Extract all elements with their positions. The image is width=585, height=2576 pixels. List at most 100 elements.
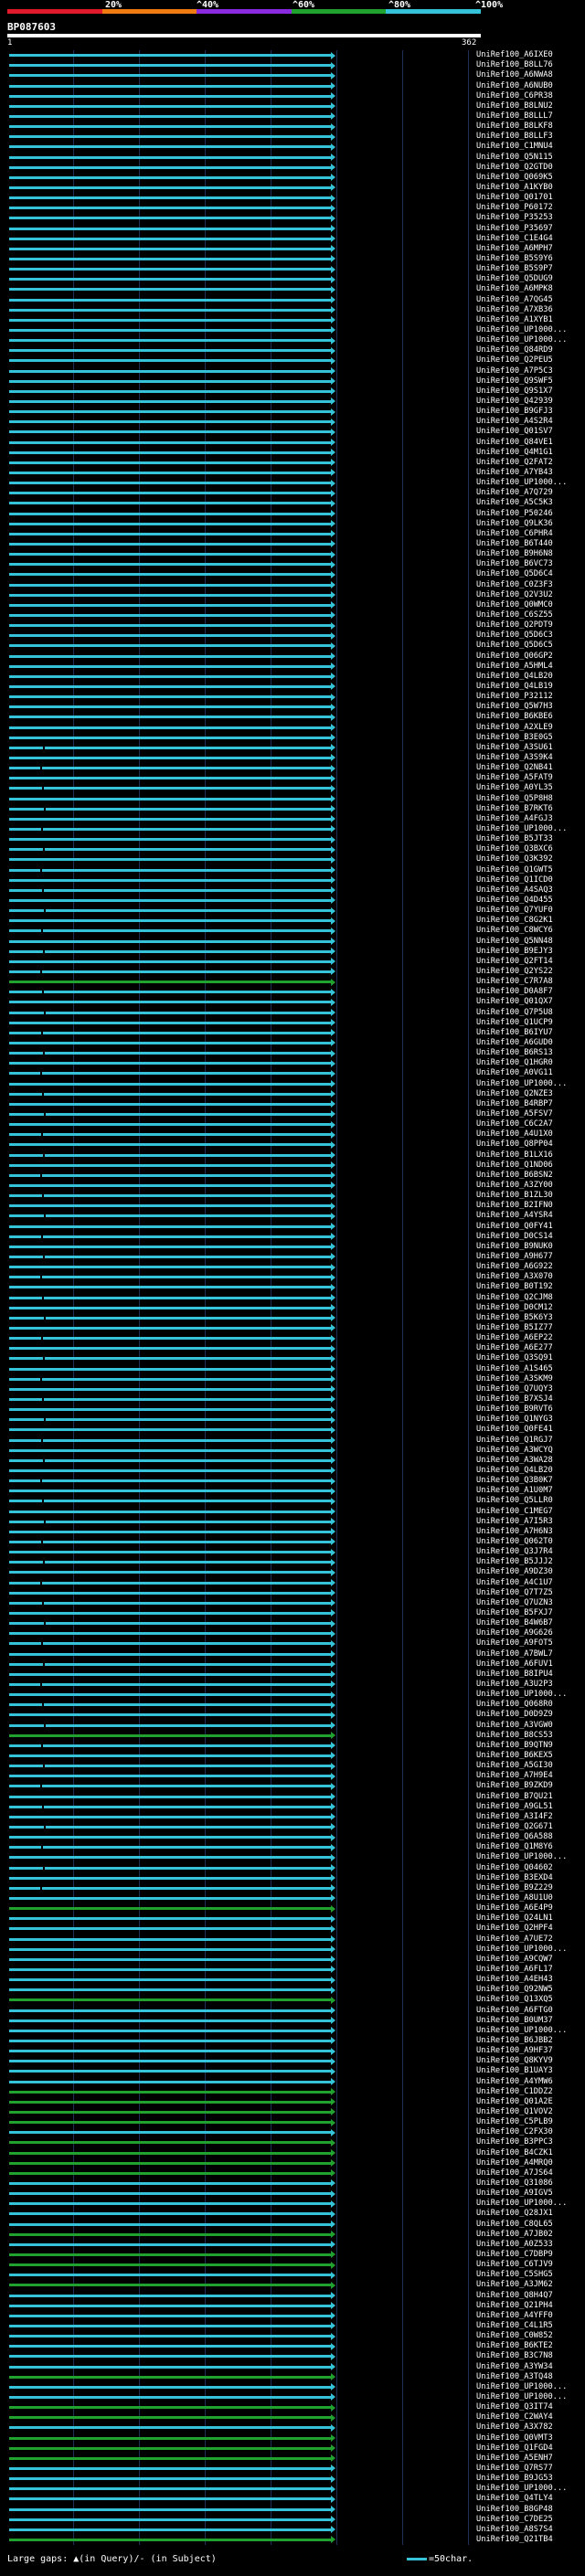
hit-label[interactable]: UniRef100_C8WCY6 xyxy=(476,927,553,935)
hit-label[interactable]: UniRef100_Q28JX1 xyxy=(476,2210,553,2218)
hit-label[interactable]: UniRef100_Q4LB20 xyxy=(476,672,553,681)
hit-label[interactable]: UniRef100_B6KEX5 xyxy=(476,1751,553,1760)
hit-bar[interactable] xyxy=(9,949,331,953)
hit-label[interactable]: UniRef100_C1MEG7 xyxy=(476,1507,553,1516)
hit-label[interactable]: UniRef100_Q5D6C5 xyxy=(476,641,553,650)
hit-label[interactable]: UniRef100_Q21TB4 xyxy=(476,2535,553,2544)
hit-bar[interactable] xyxy=(9,2212,331,2216)
hit-label[interactable]: UniRef100_A7XB36 xyxy=(476,305,553,314)
hit-label[interactable]: UniRef100_Q01A2E xyxy=(476,2097,553,2106)
hit-bar[interactable] xyxy=(9,1703,331,1707)
hit-label[interactable]: UniRef100_Q01QX7 xyxy=(476,998,553,1006)
hit-label[interactable]: UniRef100_B6RS13 xyxy=(476,1049,553,1057)
hit-label[interactable]: UniRef100_B0UM37 xyxy=(476,2016,553,2025)
hit-bar[interactable] xyxy=(9,482,331,485)
hit-label[interactable]: UniRef100_Q1HGR0 xyxy=(476,1059,553,1067)
hit-bar[interactable] xyxy=(9,1866,331,1870)
hit-label[interactable]: UniRef100_Q4LB19 xyxy=(476,682,553,691)
hit-bar[interactable] xyxy=(9,2060,331,2063)
hit-label[interactable]: UniRef100_Q1M8Y6 xyxy=(476,1843,553,1851)
hit-bar[interactable] xyxy=(9,227,331,230)
hit-bar[interactable] xyxy=(9,1266,331,1269)
hit-bar[interactable] xyxy=(9,278,331,281)
hit-label[interactable]: UniRef100_P60172 xyxy=(476,204,553,212)
hit-bar[interactable] xyxy=(9,2039,331,2042)
hit-label[interactable]: UniRef100_B9GFJ3 xyxy=(476,408,553,416)
hit-label[interactable]: UniRef100_C6TJV9 xyxy=(476,2261,553,2269)
hit-bar[interactable] xyxy=(9,726,331,729)
hit-label[interactable]: UniRef100_B6T440 xyxy=(476,539,553,548)
hit-label[interactable]: UniRef100_Q24LN1 xyxy=(476,1914,553,1923)
hit-bar[interactable] xyxy=(9,2161,331,2165)
hit-bar[interactable] xyxy=(9,1367,331,1371)
hit-label[interactable]: UniRef100_Q0WMC0 xyxy=(476,600,553,610)
hit-bar[interactable] xyxy=(9,2385,331,2389)
hit-label[interactable]: UniRef100_B8IPU4 xyxy=(476,1670,553,1679)
hit-bar[interactable] xyxy=(9,1886,331,1890)
hit-label[interactable]: UniRef100_A5ENH7 xyxy=(476,2454,553,2463)
hit-bar[interactable] xyxy=(9,1988,331,1992)
hit-bar[interactable] xyxy=(9,654,331,658)
hit-label[interactable]: UniRef100_Q6A588 xyxy=(476,1833,553,1841)
hit-label[interactable]: UniRef100_A5GI30 xyxy=(476,1762,553,1770)
hit-bar[interactable] xyxy=(9,2232,331,2236)
hit-label[interactable]: UniRef100_A6FUV1 xyxy=(476,1659,553,1669)
hit-label[interactable]: UniRef100_Q2NZE3 xyxy=(476,1089,553,1098)
hit-bar[interactable] xyxy=(9,1927,331,1931)
hit-bar[interactable] xyxy=(9,339,331,343)
hit-label[interactable]: UniRef100_Q0FY41 xyxy=(476,1222,553,1231)
hit-label[interactable]: UniRef100_A8S7S4 xyxy=(476,2525,553,2534)
hit-bar[interactable] xyxy=(9,2222,331,2226)
hit-label[interactable]: UniRef100_Q01SV7 xyxy=(476,428,553,436)
hit-bar[interactable] xyxy=(9,1092,331,1096)
hit-bar[interactable] xyxy=(9,1021,331,1024)
hit-bar[interactable] xyxy=(9,2202,331,2206)
hit-bar[interactable] xyxy=(9,471,331,474)
hit-label[interactable]: UniRef100_B9RVT6 xyxy=(476,1405,553,1414)
hit-label[interactable]: UniRef100_B9EJY3 xyxy=(476,947,553,956)
hit-label[interactable]: UniRef100_A7I5R3 xyxy=(476,1517,553,1526)
hit-bar[interactable] xyxy=(9,532,331,535)
hit-bar[interactable] xyxy=(9,1031,331,1034)
hit-bar[interactable] xyxy=(9,634,331,638)
hit-bar[interactable] xyxy=(9,1754,331,1757)
hit-bar[interactable] xyxy=(9,196,331,200)
hit-bar[interactable] xyxy=(9,1418,331,1422)
hit-bar[interactable] xyxy=(9,563,331,567)
hit-bar[interactable] xyxy=(9,1744,331,1747)
hit-bar[interactable] xyxy=(9,705,331,709)
hit-bar[interactable] xyxy=(9,1775,331,1778)
hit-label[interactable]: UniRef100_A1S465 xyxy=(476,1364,553,1373)
hit-bar[interactable] xyxy=(9,1611,331,1615)
hit-label[interactable]: UniRef100_Q4M1G1 xyxy=(476,448,553,457)
hit-label[interactable]: UniRef100_Q5LLR0 xyxy=(476,1497,553,1505)
hit-bar[interactable] xyxy=(9,1622,331,1626)
hit-bar[interactable] xyxy=(9,695,331,699)
hit-label[interactable]: UniRef100_B9NUK0 xyxy=(476,1242,553,1251)
hit-label[interactable]: UniRef100_P32112 xyxy=(476,693,553,701)
hit-bar[interactable] xyxy=(9,1224,331,1228)
hit-bar[interactable] xyxy=(9,1540,331,1543)
hit-label[interactable]: UniRef100_B8GP48 xyxy=(476,2505,553,2514)
hit-label[interactable]: UniRef100_Q1UCP9 xyxy=(476,1018,553,1027)
hit-label[interactable]: UniRef100_A7H6N3 xyxy=(476,1527,553,1536)
hit-bar[interactable] xyxy=(9,797,331,800)
hit-label[interactable]: UniRef100_C6SZ55 xyxy=(476,610,553,620)
hit-label[interactable]: UniRef100_B9ZKD9 xyxy=(476,1782,553,1790)
hit-bar[interactable] xyxy=(9,2355,331,2359)
hit-label[interactable]: UniRef100_C6PHR4 xyxy=(476,529,553,538)
hit-label[interactable]: UniRef100_UP1000... xyxy=(476,336,567,345)
hit-bar[interactable] xyxy=(9,430,331,434)
hit-label[interactable]: UniRef100_D0CM12 xyxy=(476,1303,553,1312)
hit-bar[interactable] xyxy=(9,1947,331,1951)
hit-label[interactable]: UniRef100_B9JG53 xyxy=(476,2475,553,2483)
hit-bar[interactable] xyxy=(9,1153,331,1157)
hit-label[interactable]: UniRef100_Q2HPF4 xyxy=(476,1924,553,1933)
hit-label[interactable]: UniRef100_A6NWA8 xyxy=(476,71,553,80)
hit-label[interactable]: UniRef100_Q068R0 xyxy=(476,1701,553,1709)
hit-label[interactable]: UniRef100_UP1000... xyxy=(476,1079,567,1088)
hit-label[interactable]: UniRef100_A1XYB1 xyxy=(476,315,553,324)
hit-label[interactable]: UniRef100_A0YL35 xyxy=(476,784,553,792)
hit-bar[interactable] xyxy=(9,399,331,403)
hit-label[interactable]: UniRef100_Q92NW5 xyxy=(476,1986,553,1994)
